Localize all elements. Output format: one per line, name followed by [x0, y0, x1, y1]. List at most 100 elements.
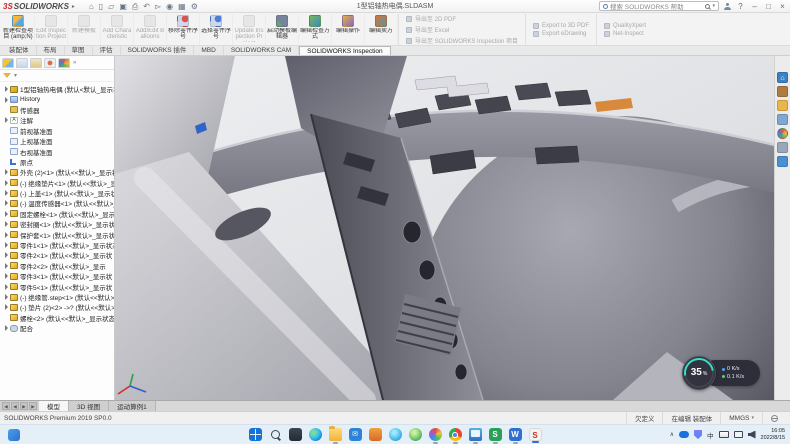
expand-arrow-icon[interactable]	[2, 304, 10, 310]
tree-item[interactable]: 零件5<1> (默认<<默认>_显示状	[2, 281, 114, 291]
export-menu-item[interactable]: Export eDrawing	[533, 31, 589, 37]
help-button[interactable]: ?	[736, 1, 745, 12]
tree-item[interactable]: 配合	[2, 323, 114, 333]
expand-arrow-icon[interactable]	[2, 211, 10, 217]
scroll-last-icon[interactable]: ▶	[29, 402, 37, 410]
expand-arrow-icon[interactable]	[2, 190, 10, 196]
expand-arrow-icon[interactable]	[2, 200, 10, 206]
tree-item[interactable]: 前视基准面	[2, 126, 114, 136]
tree-item[interactable]: 外壳 (2)<1> (默认<<默认>_显示状	[2, 167, 114, 177]
tree-item[interactable]: 上视基准面	[2, 136, 114, 146]
export-menu-item[interactable]: 导出至 SOLIDWORKS Inspection 项目	[406, 36, 518, 45]
select-icon[interactable]: ▻	[155, 1, 161, 12]
touch-keyboard-icon[interactable]	[719, 431, 729, 438]
home-icon[interactable]: ⌂	[89, 1, 94, 12]
logo-expand-icon[interactable]: ▸	[72, 3, 75, 10]
save-icon[interactable]: ▣	[119, 1, 127, 12]
app-dark-icon[interactable]	[289, 428, 302, 441]
tab-overflow-icon[interactable]: »	[73, 60, 76, 66]
tree-item[interactable]: (-) 垫片 (2)<2> ->? (默认<<默认>	[2, 302, 114, 312]
ribbon-button[interactable]: Add/Edit Balloons	[134, 14, 167, 45]
expand-arrow-icon[interactable]	[2, 232, 10, 238]
expand-arrow-icon[interactable]	[2, 221, 10, 227]
search-dropdown-icon[interactable]: ▾	[712, 3, 715, 9]
expand-arrow-icon[interactable]	[2, 86, 10, 92]
model-canvas[interactable]	[115, 56, 774, 400]
graphics-area[interactable]: 0 K/s 0.1 K/s 35 %	[115, 56, 774, 400]
volume-icon[interactable]	[748, 431, 756, 439]
file-explorer-taskbar-icon[interactable]	[329, 428, 342, 441]
start-button-icon[interactable]	[249, 428, 262, 441]
tree-filter[interactable]: ▾	[0, 70, 114, 82]
wps-writer-icon[interactable]: W	[509, 428, 522, 441]
export-menu-item[interactable]: 导出至 Excel	[406, 25, 518, 34]
widgets-icon[interactable]	[8, 429, 20, 441]
expand-arrow-icon[interactable]	[2, 252, 10, 258]
expand-arrow-icon[interactable]	[2, 117, 10, 123]
performance-overlay[interactable]: 0 K/s 0.1 K/s 35 %	[682, 356, 760, 390]
expand-arrow-icon[interactable]	[2, 169, 10, 175]
print-icon[interactable]: ⎙	[132, 1, 138, 12]
new-document-icon[interactable]: ▯	[99, 1, 103, 12]
solidworks-taskbar-icon[interactable]: S	[529, 428, 542, 441]
search-input[interactable]: 搜索 SOLIDWORKS 帮助 ▾	[599, 1, 719, 11]
expand-arrow-icon[interactable]	[2, 128, 10, 134]
ribbon-button[interactable]: 新建模板	[68, 14, 101, 45]
ribbon-tab[interactable]: SOLIDWORKS 插件	[121, 46, 195, 55]
app-green-icon[interactable]	[409, 428, 422, 441]
close-button[interactable]: ×	[778, 1, 787, 12]
ribbon-tab[interactable]: SOLIDWORKS CAM	[224, 46, 299, 55]
forum-icon[interactable]	[777, 156, 788, 167]
tree-item[interactable]: 零件3<1> (默认<<默认>_显示状	[2, 271, 114, 281]
tree-item[interactable]: 零件2<1> (默认<<默认>_显示状	[2, 250, 114, 260]
app-cyan-icon[interactable]	[389, 428, 402, 441]
tree-item[interactable]: 零件1<1> (默认<<默认>_显示状态	[2, 240, 114, 250]
app-pinwheel-icon[interactable]	[429, 428, 442, 441]
ribbon-button[interactable]: 编辑检查方式	[299, 14, 332, 45]
dimxpertmanager-tab-icon[interactable]	[44, 58, 56, 68]
filter-dropdown-icon[interactable]: ▾	[14, 72, 17, 79]
tree-item[interactable]: 零件2<2> (默认<<默认>_显示	[2, 261, 114, 271]
app-blue-book-icon[interactable]	[469, 428, 482, 441]
tree-item[interactable]: 右视基准面	[2, 146, 114, 156]
tree-item[interactable]: History	[2, 94, 114, 104]
onedrive-icon[interactable]	[679, 431, 689, 438]
ribbon-button[interactable]: Edit Inspection Project	[35, 14, 68, 45]
search-icon[interactable]	[705, 4, 710, 9]
ribbon-button[interactable]: 编辑卖方	[365, 14, 398, 45]
scroll-prev-icon[interactable]: ◀	[11, 402, 19, 410]
expand-arrow-icon[interactable]	[2, 242, 10, 248]
export-menu-item[interactable]: Export to 3D PDF	[533, 23, 589, 29]
shield-icon[interactable]	[694, 430, 702, 439]
tree-item[interactable]: 注解	[2, 115, 114, 125]
chrome-browser-icon[interactable]	[449, 428, 462, 441]
expand-arrow-icon[interactable]	[2, 273, 10, 279]
open-icon[interactable]: ▱	[108, 1, 114, 12]
expand-arrow-icon[interactable]	[2, 263, 10, 269]
tree-item[interactable]: (-) 绝缘垫片<1> (默认<<默认>_显	[2, 178, 114, 188]
ribbon-button[interactable]: 新建检查项目 (amp;N)	[2, 14, 35, 45]
ribbon-tab[interactable]: 草图	[65, 46, 93, 55]
ribbon-button[interactable]: 选择零件序号	[200, 14, 233, 45]
tool-menu-item[interactable]: Net-Inspect	[604, 31, 646, 37]
display-tray-icon[interactable]	[734, 431, 743, 438]
document-tab[interactable]: 运动算例1	[109, 401, 156, 411]
app-orange-icon[interactable]	[369, 428, 382, 441]
tree-item[interactable]: (-) 温度传感器<1> (默认<<默认>_	[2, 198, 114, 208]
performance-icon[interactable]: ◉	[166, 1, 173, 12]
ribbon-tab[interactable]: 评估	[93, 46, 121, 55]
login-user-icon[interactable]	[724, 3, 731, 10]
restore-button[interactable]: □	[764, 1, 773, 12]
usage-gauge[interactable]: 35 %	[682, 356, 716, 390]
tree-item[interactable]: 保护套<1> (默认<<默认>_显示状	[2, 229, 114, 239]
appearances-icon[interactable]	[777, 128, 788, 139]
displaymanager-tab-icon[interactable]	[58, 58, 70, 68]
hidden-icons-chevron-icon[interactable]: ∧	[670, 431, 674, 438]
scroll-first-icon[interactable]: ◀	[2, 402, 10, 410]
file-explorer-icon[interactable]	[777, 100, 788, 111]
document-tab[interactable]: 模型	[39, 401, 69, 411]
featuremanager-tree-tab-icon[interactable]	[2, 58, 14, 68]
edge-browser-icon[interactable]	[309, 428, 322, 441]
expand-arrow-icon[interactable]	[2, 315, 10, 321]
ribbon-tab[interactable]: MBD	[194, 46, 223, 55]
